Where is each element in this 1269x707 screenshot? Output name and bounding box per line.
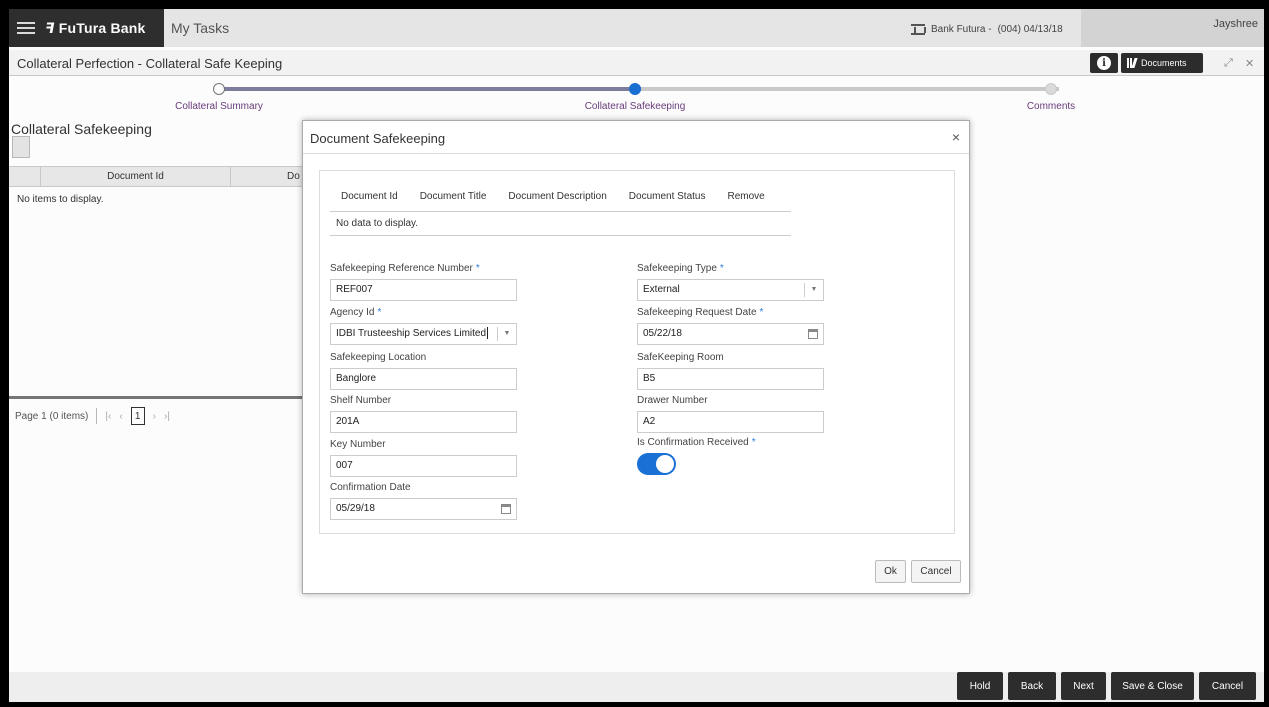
ref-number-field: Safekeeping Reference Number * REF007	[330, 263, 517, 301]
save-close-button[interactable]: Save & Close	[1111, 672, 1194, 700]
cancel-button[interactable]: Cancel	[1199, 672, 1256, 700]
column-document-title[interactable]: Document Title	[420, 191, 487, 202]
room-input[interactable]: B5	[637, 368, 824, 390]
confirmation-received-field: Is Confirmation Received *	[637, 437, 756, 475]
room-field: SafeKeeping Room B5	[637, 352, 824, 390]
close-icon[interactable]: ×	[952, 129, 960, 145]
key-input[interactable]: 007	[330, 455, 517, 477]
column-document-id[interactable]: Document Id	[341, 191, 398, 202]
confirmation-date-field: Confirmation Date 05/29/18	[330, 482, 517, 520]
confirmation-received-toggle[interactable]	[637, 453, 676, 475]
request-date-label: Safekeeping Request Date	[637, 307, 757, 318]
app-window: ꟻ FuTura Bank My Tasks Bank Futura - (004…	[9, 9, 1264, 702]
location-input[interactable]: Banglore	[330, 368, 517, 390]
ref-number-label: Safekeeping Reference Number	[330, 263, 473, 274]
drawer-label: Drawer Number	[637, 395, 708, 406]
document-table-empty: No data to display.	[330, 212, 791, 236]
key-label: Key Number	[330, 439, 386, 450]
confirmation-received-label: Is Confirmation Received	[637, 437, 749, 448]
agency-select[interactable]: IDBI Trusteeship Services Limited ▼	[330, 323, 517, 345]
back-button[interactable]: Back	[1008, 672, 1056, 700]
column-document-status[interactable]: Document Status	[629, 191, 706, 202]
shelf-field: Shelf Number 201A	[330, 395, 517, 433]
agency-field: Agency Id * IDBI Trusteeship Services Lim…	[330, 307, 517, 345]
key-field: Key Number 007	[330, 439, 517, 477]
agency-label: Agency Id	[330, 307, 375, 318]
request-date-input[interactable]: 05/22/18	[637, 323, 824, 345]
column-remove[interactable]: Remove	[728, 191, 765, 202]
document-table-header: Document Id Document Title Document Desc…	[330, 181, 791, 212]
calendar-icon[interactable]	[808, 329, 818, 339]
hold-button[interactable]: Hold	[957, 672, 1003, 700]
type-label: Safekeeping Type	[637, 263, 717, 274]
type-field: Safekeeping Type * External ▼	[637, 263, 824, 301]
type-select[interactable]: External ▼	[637, 279, 824, 301]
safekeeping-form: Document Id Document Title Document Desc…	[319, 170, 955, 534]
ref-number-input[interactable]: REF007	[330, 279, 517, 301]
shelf-input[interactable]: 201A	[330, 411, 517, 433]
calendar-icon[interactable]	[501, 504, 511, 514]
location-label: Safekeeping Location	[330, 352, 427, 363]
drawer-input[interactable]: A2	[637, 411, 824, 433]
location-field: Safekeeping Location Banglore	[330, 352, 517, 390]
column-document-description[interactable]: Document Description	[508, 191, 606, 202]
next-button[interactable]: Next	[1061, 672, 1106, 700]
room-label: SafeKeeping Room	[637, 352, 724, 363]
confirmation-date-label: Confirmation Date	[330, 482, 411, 493]
dialog-cancel-button[interactable]: Cancel	[911, 560, 961, 583]
dialog-header: Document Safekeeping ×	[303, 121, 969, 154]
request-date-field: Safekeeping Request Date * 05/22/18	[637, 307, 824, 345]
confirmation-date-input[interactable]: 05/29/18	[330, 498, 517, 520]
ok-button[interactable]: Ok	[875, 560, 906, 583]
chevron-down-icon[interactable]: ▼	[804, 283, 823, 297]
chevron-down-icon[interactable]: ▼	[497, 327, 516, 341]
dialog-title: Document Safekeeping	[310, 131, 446, 146]
drawer-field: Drawer Number A2	[637, 395, 824, 433]
document-safekeeping-dialog: Document Safekeeping × Document Id Docum…	[302, 120, 970, 594]
shelf-label: Shelf Number	[330, 395, 392, 406]
